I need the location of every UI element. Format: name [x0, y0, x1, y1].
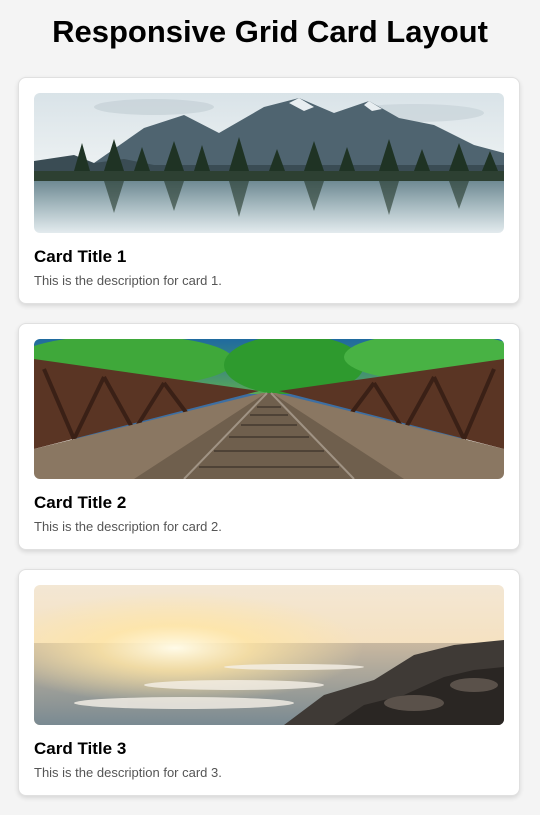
- page-title: Responsive Grid Card Layout: [52, 14, 488, 49]
- card-image-sunset-seashore: [34, 585, 504, 725]
- card-image-mountain-lake: [34, 93, 504, 233]
- card-image-railway-bridge: [34, 339, 504, 479]
- card: Card Title 3 This is the description for…: [18, 569, 520, 796]
- card-grid: Card Title 1 This is the description for…: [18, 77, 520, 815]
- card-title: Card Title 1: [34, 247, 127, 266]
- card-description: This is the description for card 3.: [34, 765, 222, 780]
- card-description: This is the description for card 2.: [34, 519, 222, 534]
- card-title: Card Title 2: [34, 493, 127, 512]
- card-title: Card Title 3: [34, 739, 127, 758]
- card: Card Title 1 This is the description for…: [18, 77, 520, 304]
- card-description: This is the description for card 1.: [34, 273, 222, 288]
- card: Card Title 2 This is the description for…: [18, 323, 520, 550]
